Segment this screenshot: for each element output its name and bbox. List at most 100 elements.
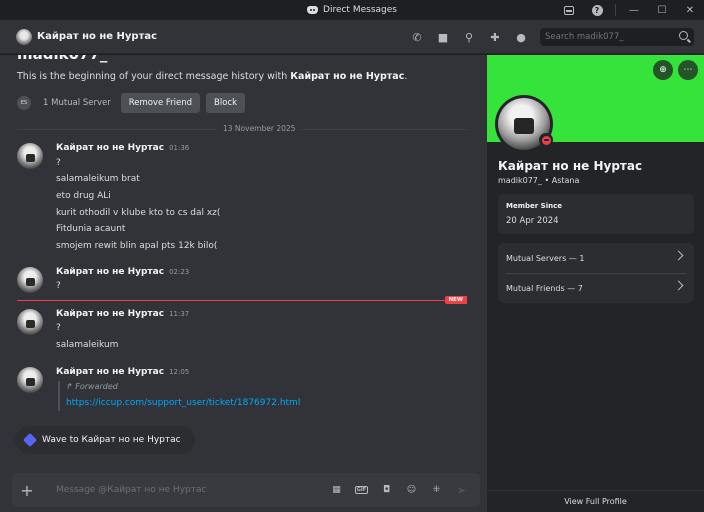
new-messages-divider: NEW <box>17 296 467 304</box>
message-group: Кайрат но не Нуртас 12:05 ↱ Forwarded htt… <box>0 367 487 412</box>
mutual-friends-row[interactable]: Mutual Friends — 7 <box>498 273 694 303</box>
dm-header: Кайрат но не Нуртас ✆ ■ ⚲ ✚ ● <box>0 20 704 54</box>
status-indicator <box>539 133 553 147</box>
send-button[interactable]: ➤ <box>449 473 474 507</box>
block-button[interactable]: Block <box>206 93 246 113</box>
chevron-right-icon <box>673 280 684 291</box>
titlebar-divider <box>615 4 616 16</box>
message-text: ? <box>56 158 61 168</box>
message-avatar[interactable] <box>17 367 43 393</box>
voice-call-button[interactable]: ✆ <box>404 20 430 54</box>
message-avatar[interactable] <box>17 143 43 169</box>
more-options-button[interactable]: ⋯ <box>678 60 698 80</box>
message-text: salamaleikum brat <box>56 174 140 184</box>
message-timestamp: 02:23 <box>169 268 190 276</box>
inbox-button[interactable] <box>555 0 583 20</box>
upload-button[interactable]: + <box>12 473 42 507</box>
message-input[interactable] <box>42 473 324 507</box>
wave-button[interactable]: Wave to Кайрат но не Нуртас <box>15 426 195 454</box>
do-not-disturb-icon <box>541 135 551 145</box>
intro-username: madik077_ <box>17 55 107 63</box>
mutual-servers-label: Mutual Servers — 1 <box>506 253 585 263</box>
gift-icon: ▦ <box>332 485 341 495</box>
mutual-servers-row[interactable]: Mutual Servers — 1 <box>498 243 694 273</box>
mutual-friends-label: Mutual Friends — 7 <box>506 283 583 293</box>
remove-friend-button[interactable]: Remove Friend <box>120 93 201 113</box>
mutuals-card: Mutual Servers — 1 Mutual Friends — 7 <box>498 243 694 303</box>
plus-icon: + <box>20 480 34 500</box>
message-link[interactable]: https://iccup.com/support_user/ticket/18… <box>66 398 300 408</box>
search-input[interactable] <box>540 28 694 46</box>
minimize-button[interactable]: — <box>620 0 648 20</box>
intro-text-name: Кайрат но не Нуртас <box>290 71 405 82</box>
wave-sticker-icon <box>22 432 38 448</box>
apps-button[interactable]: ⁜ <box>424 473 449 507</box>
apps-icon: ⁜ <box>432 485 441 495</box>
message-text: Fitdunia acaunt <box>56 224 126 234</box>
help-icon: ? <box>591 4 603 16</box>
title-bar: Direct Messages ? — ☐ ✕ <box>0 0 704 20</box>
message-text: ? <box>56 323 61 333</box>
video-call-button[interactable]: ■ <box>430 20 456 54</box>
message-timestamp: 12:05 <box>169 368 190 376</box>
add-friend-button[interactable]: ⊕ <box>653 60 673 80</box>
message-author[interactable]: Кайрат но не Нуртас 02:23 <box>56 267 189 277</box>
message-author[interactable]: Кайрат но не Нуртас 12:05 <box>56 367 189 377</box>
message-group: Кайрат но не Нуртас 02:23 ? <box>0 267 487 297</box>
chat-area: madik077_ This is the beginning of your … <box>0 55 487 512</box>
gift-button[interactable]: ▦ <box>324 473 349 507</box>
close-button[interactable]: ✕ <box>676 0 704 20</box>
add-user-icon: ✚ <box>490 30 500 44</box>
message-author[interactable]: Кайрат но не Нуртас 01:36 <box>56 143 189 153</box>
forwarded-label-text: Forwarded <box>75 382 118 391</box>
profile-avatar[interactable] <box>495 95 553 153</box>
message-author-name: Кайрат но не Нуртас <box>56 367 165 377</box>
message-avatar[interactable] <box>17 267 43 293</box>
inbox-icon <box>564 5 574 15</box>
message-group: Кайрат но не Нуртас 11:37 ? salamaleikum <box>0 309 487 354</box>
add-friends-to-dm-button[interactable]: ✚ <box>482 20 508 54</box>
help-button[interactable]: ? <box>583 0 611 20</box>
mutual-servers-link[interactable]: 1 Mutual Server <box>43 98 111 108</box>
search-icon <box>679 31 688 40</box>
message-author-name: Кайрат но не Нуртас <box>56 143 165 153</box>
dm-intro-text: This is the beginning of your direct mes… <box>17 71 407 82</box>
send-icon: ➤ <box>456 483 467 497</box>
sticker-button[interactable]: ◘ <box>374 473 399 507</box>
member-since-label: Member Since <box>506 202 562 210</box>
message-text: eto drug ALi <box>56 191 111 201</box>
forwarded-quote-bar <box>58 381 60 411</box>
intro-actions: ES 1 Mutual Server Remove Friend Block <box>17 93 246 113</box>
message-text: smojem rewit blin apal pts 12k bilo( <box>56 241 218 251</box>
message-timestamp: 01:36 <box>169 144 190 152</box>
chevron-right-icon <box>673 250 684 261</box>
message-text: salamaleikum <box>56 340 119 350</box>
message-text: ? <box>56 281 61 291</box>
message-text: kurit othodil v klube kto to cs dal xz( <box>56 208 221 218</box>
new-badge: NEW <box>444 296 467 304</box>
gif-button[interactable]: GIF <box>349 473 374 507</box>
search-box <box>534 28 704 46</box>
discord-logo-icon <box>307 6 319 14</box>
wave-button-label: Wave to Кайрат но не Нуртас <box>42 435 181 445</box>
pin-icon: ⚲ <box>464 30 474 44</box>
member-since-card: Member Since 20 Apr 2024 <box>498 194 694 234</box>
message-timestamp: 11:37 <box>169 310 190 318</box>
profile-location: Astana <box>551 176 580 185</box>
message-avatar[interactable] <box>17 309 43 335</box>
pinned-messages-button[interactable]: ⚲ <box>456 20 482 54</box>
maximize-button[interactable]: ☐ <box>648 0 676 20</box>
view-full-profile-button[interactable]: View Full Profile <box>487 490 704 512</box>
mutual-server-icon[interactable]: ES <box>17 96 31 110</box>
header-username[interactable]: Кайрат но не Нуртас <box>37 31 157 42</box>
message-author[interactable]: Кайрат но не Нуртас 11:37 <box>56 309 189 319</box>
forwarded-label: ↱ Forwarded <box>66 382 118 391</box>
member-since-date: 20 Apr 2024 <box>506 216 559 226</box>
forward-arrow-icon: ↱ <box>66 382 73 391</box>
emoji-button[interactable]: ☺ <box>399 473 424 507</box>
message-author-name: Кайрат но не Нуртас <box>56 309 165 319</box>
user-profile-toggle-button[interactable]: ● <box>508 20 534 54</box>
user-profile-panel: ⊕ ⋯ Кайрат но не Нуртас madik077_ • Asta… <box>487 55 704 512</box>
header-avatar[interactable] <box>16 28 32 45</box>
profile-username[interactable]: madik077_ <box>498 176 542 185</box>
